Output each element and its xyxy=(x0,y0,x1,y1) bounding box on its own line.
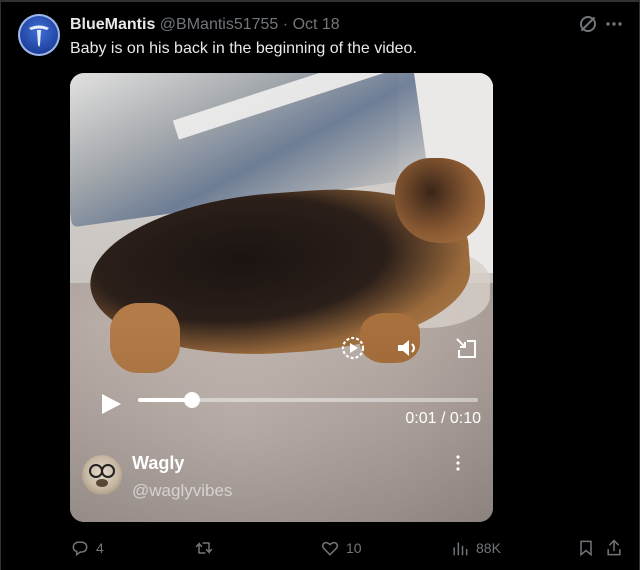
like-button[interactable]: 10 xyxy=(320,536,362,560)
video-frame-dog-head xyxy=(395,158,485,243)
dog-with-glasses-icon xyxy=(89,464,115,487)
author-name[interactable]: BlueMantis xyxy=(70,16,155,33)
video-scrubber[interactable] xyxy=(138,392,478,408)
bookmark-button[interactable] xyxy=(576,536,602,560)
play-button[interactable] xyxy=(98,391,124,417)
source-avatar[interactable] xyxy=(82,455,122,495)
tweet-text: Baby is on his back in the beginning of … xyxy=(70,40,417,57)
vertical-more-icon xyxy=(456,455,460,471)
tweet-header: BlueMantis @BMantis51755 · Oct 18 xyxy=(70,16,340,34)
reply-button[interactable]: 4 xyxy=(70,536,104,560)
more-options-button[interactable] xyxy=(602,12,626,36)
left-border xyxy=(0,0,1,570)
view-count: 88K xyxy=(476,540,501,556)
volume-icon xyxy=(398,340,415,356)
header-separator: · xyxy=(282,16,289,33)
like-count: 10 xyxy=(346,540,362,556)
grok-icon xyxy=(580,16,596,32)
top-border xyxy=(0,0,640,2)
picture-in-picture-button[interactable] xyxy=(453,335,479,361)
author-handle[interactable]: @BMantis51755 xyxy=(160,16,279,33)
author-avatar[interactable] xyxy=(18,14,60,56)
reply-count: 4 xyxy=(96,540,104,556)
tweet-date[interactable]: Oct 18 xyxy=(293,16,340,33)
views-button[interactable]: 88K xyxy=(450,536,501,560)
source-name[interactable]: Wagly xyxy=(132,453,184,474)
retweet-icon xyxy=(195,542,213,554)
replay-icon xyxy=(341,336,365,360)
more-icon xyxy=(606,22,622,26)
video-time: 0:01 / 0:10 xyxy=(405,410,481,427)
bookmark-icon xyxy=(580,540,592,557)
video-player[interactable]: 0:01 / 0:10 Wagly @waglyvibes xyxy=(70,73,493,522)
reply-icon xyxy=(72,541,88,557)
volume-button[interactable] xyxy=(395,335,421,361)
tweet-actions: 4 10 88K xyxy=(70,536,621,560)
share-button[interactable] xyxy=(604,536,630,560)
source-more-button[interactable] xyxy=(453,453,463,473)
views-icon xyxy=(453,542,468,556)
replay-button[interactable] xyxy=(340,335,366,361)
retweet-button[interactable] xyxy=(194,536,220,560)
heart-icon xyxy=(321,541,339,556)
tesla-logo-icon xyxy=(29,25,49,47)
pip-icon xyxy=(456,338,476,358)
share-icon xyxy=(607,539,621,556)
grok-button[interactable] xyxy=(576,12,600,36)
play-icon xyxy=(102,394,121,414)
source-handle[interactable]: @waglyvibes xyxy=(132,481,232,501)
